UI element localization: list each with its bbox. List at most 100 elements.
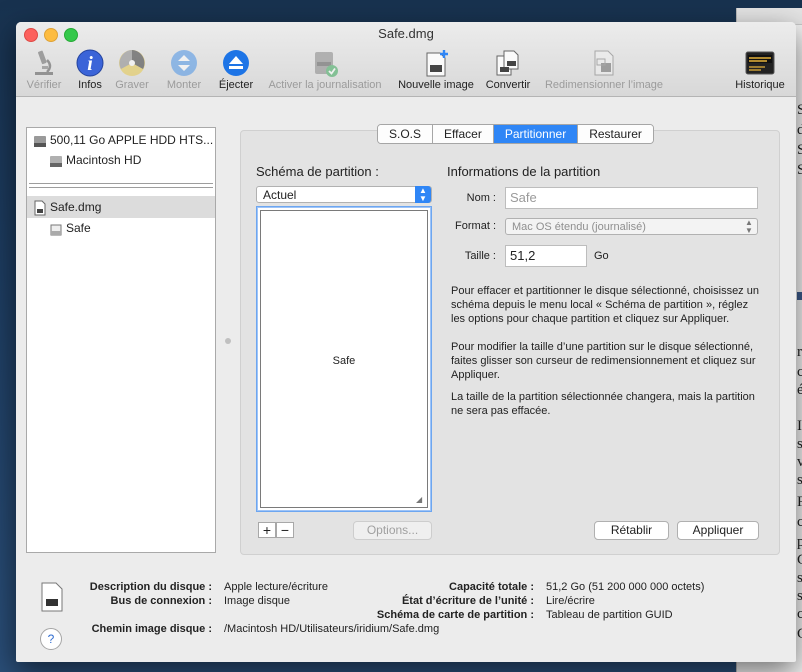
connection-bus-label: Bus de connexion : — [110, 595, 212, 607]
tab-partitionner[interactable]: Partitionner — [493, 125, 579, 143]
bg-letter: c — [797, 514, 802, 530]
apply-button[interactable]: Appliquer — [677, 521, 759, 540]
toolbar-resize-image-button[interactable]: Redimensionner l’image — [538, 46, 670, 94]
tab-effacer[interactable]: Effacer — [433, 125, 494, 143]
sidebar-item-macintosh-hd[interactable]: Macintosh HD — [49, 150, 141, 170]
chevron-updown-icon: ▲ ▼ — [415, 186, 431, 203]
revert-button[interactable]: Rétablir — [594, 521, 669, 540]
toolbar-label: Monter — [166, 79, 202, 91]
toolbar-log-button[interactable]: Historique — [730, 46, 790, 94]
bg-letter: I — [797, 418, 802, 434]
connection-bus-value: Image disque — [224, 595, 291, 607]
partition-help-text: Pour modifier la taille d’une partition … — [451, 341, 756, 381]
new-image-icon — [426, 50, 448, 77]
write-status-label: État d’écriture de l’unité : — [401, 595, 534, 607]
resize-grip-icon[interactable]: ◢ — [416, 496, 424, 504]
options-button[interactable]: Options... — [353, 521, 432, 540]
bg-link-highlight — [797, 292, 802, 300]
bg-letter: C — [797, 626, 802, 643]
name-label: Nom : — [466, 192, 496, 204]
format-label: Format : — [455, 220, 496, 232]
toolbar-burn-button[interactable]: Graver — [110, 46, 154, 94]
sidebar-item-label: Safe.dmg — [50, 200, 102, 214]
partition-map[interactable]: Safe ◢ — [256, 206, 432, 512]
convert-icon — [496, 50, 519, 76]
bg-letter: s — [797, 472, 802, 488]
image-path-label: Chemin image disque : — [91, 623, 212, 635]
disk-utility-window: Safe.dmg Vérifier i Infos Graver Monter … — [16, 22, 796, 662]
disk-description-value: Apple lecture/écriture — [224, 581, 328, 593]
bg-letter: S — [797, 102, 802, 118]
disk-image-icon — [34, 200, 46, 216]
tab-sos[interactable]: S.O.S — [378, 125, 434, 143]
partition-block[interactable]: Safe ◢ — [260, 210, 428, 508]
tab-restaurer[interactable]: Restaurer — [578, 125, 653, 143]
partition-scheme-label: Schéma de partition : — [256, 164, 379, 179]
add-partition-button[interactable]: + — [258, 522, 276, 538]
partition-scheme-select[interactable]: Actuel ▲ ▼ — [256, 186, 432, 203]
partition-help-text: La taille de la partition sélectionnée c… — [451, 391, 755, 417]
toolbar-eject-button[interactable]: Éjecter — [214, 46, 258, 94]
partition-help-text: Pour effacer et partitionner le disque s… — [451, 285, 759, 325]
toolbar-label: Infos — [78, 79, 102, 91]
sidebar-item-label: Macintosh HD — [66, 153, 142, 167]
svg-text:i: i — [87, 53, 93, 75]
partition-block-label: Safe — [332, 355, 356, 367]
remove-partition-button[interactable]: − — [276, 522, 294, 538]
sidebar-item-label: 500,11 Go APPLE HDD HTS... — [50, 133, 214, 147]
total-capacity-value: 51,2 Go (51 200 000 000 octets) — [546, 581, 705, 593]
sidebar-item-label: Safe — [66, 221, 91, 235]
size-field[interactable]: 51,2 — [505, 245, 587, 267]
name-field[interactable]: Safe — [505, 187, 758, 209]
bg-letter: r — [797, 344, 802, 360]
write-status-value: Lire/écrire — [546, 595, 595, 607]
eject-icon — [223, 50, 249, 76]
burn-disc-icon — [119, 50, 145, 76]
disk-description-label: Description du disque : — [89, 581, 212, 593]
volume-icon — [50, 224, 62, 236]
toolbar-convert-button[interactable]: Convertir — [482, 46, 534, 94]
toolbar-label: Graver — [115, 79, 149, 91]
toolbar-enable-journaling-button[interactable]: Activer la journalisation — [262, 46, 388, 94]
toolbar-label: Convertir — [485, 79, 531, 91]
sidebar-separator — [29, 183, 213, 188]
toolbar-label: Vérifier — [26, 79, 62, 91]
format-value: Mac OS étendu (journalisé) — [512, 221, 646, 233]
hard-disk-icon — [34, 135, 46, 147]
bg-letter: c — [797, 364, 802, 380]
partition-map-scheme-value: Tableau de partition GUID — [546, 609, 673, 621]
partition-map-scheme-label: Schéma de carte de partition : — [376, 609, 534, 621]
toolbar-label: Redimensionner l’image — [544, 79, 663, 91]
split-view-handle[interactable] — [225, 338, 231, 344]
toolbar-new-image-button[interactable]: Nouvelle image — [394, 46, 478, 94]
chevron-updown-icon: ▲ ▼ — [745, 218, 753, 235]
toolbar-label: Éjecter — [218, 79, 254, 91]
disk-sidebar[interactable]: 500,11 Go APPLE HDD HTS... Macintosh HD … — [26, 127, 216, 553]
toolbar-label: Historique — [735, 79, 785, 91]
bg-letter: s — [797, 570, 802, 586]
bg-letter: s — [797, 436, 802, 452]
mount-icon — [171, 50, 197, 76]
sidebar-item-apple-hdd[interactable]: 500,11 Go APPLE HDD HTS... — [33, 130, 213, 150]
format-select[interactable]: Mac OS étendu (journalisé) ▲ ▼ — [505, 218, 758, 235]
toolbar-verify-button[interactable]: Vérifier — [22, 46, 66, 94]
partition-scheme-value: Actuel — [263, 188, 297, 202]
bg-letter: c — [797, 606, 802, 622]
image-path-value: /Macintosh HD/Utilisateurs/iridium/Safe.… — [224, 623, 440, 635]
journal-disk-icon — [315, 52, 338, 77]
tab-bar: S.O.S Effacer Partitionner Restaurer — [377, 124, 654, 144]
toolbar-label: Nouvelle image — [398, 79, 474, 91]
toolbar-mount-button[interactable]: Monter — [162, 46, 206, 94]
toolbar-info-button[interactable]: i Infos — [72, 46, 108, 94]
partition-info-heading: Informations de la partition — [447, 164, 601, 179]
bg-letter: S — [797, 162, 802, 178]
info-icon: i — [76, 49, 104, 77]
bg-letter: S — [797, 142, 802, 158]
microscope-icon — [35, 50, 53, 75]
sidebar-item-safe-dmg[interactable]: Safe.dmg — [33, 197, 101, 217]
bg-letter: p — [797, 534, 802, 550]
help-button[interactable]: ? — [40, 628, 62, 650]
sidebar-item-safe[interactable]: Safe — [49, 218, 91, 238]
bg-letter: v — [797, 454, 802, 470]
resize-image-icon — [594, 50, 614, 76]
